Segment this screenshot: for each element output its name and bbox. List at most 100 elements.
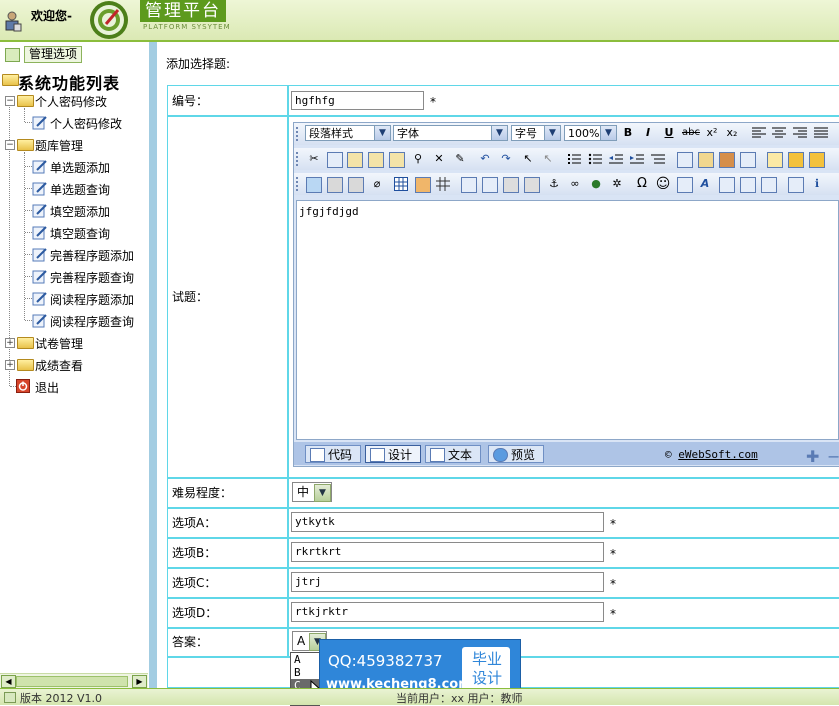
- find-icon[interactable]: ⚲: [410, 151, 426, 167]
- anchor-icon[interactable]: ⚓: [546, 176, 562, 192]
- chevron-down-icon[interactable]: ▼: [314, 484, 331, 502]
- delete-icon[interactable]: ✕: [431, 151, 447, 167]
- highlight-icon[interactable]: [698, 152, 714, 168]
- outdent-icon[interactable]: [609, 153, 623, 165]
- page-break-icon[interactable]: [761, 177, 777, 193]
- layer-front-icon[interactable]: [809, 152, 825, 168]
- tab-design[interactable]: 设计: [365, 445, 421, 463]
- option-c-input[interactable]: jtrj: [291, 572, 604, 592]
- text-color-icon[interactable]: [677, 152, 693, 168]
- redo-icon[interactable]: ↷: [498, 151, 514, 167]
- bold-button[interactable]: B: [620, 125, 636, 141]
- absolute-position-icon[interactable]: ↖: [540, 151, 556, 167]
- chevron-down-icon[interactable]: ▼: [374, 126, 390, 140]
- insert-textarea-icon[interactable]: [482, 177, 498, 193]
- tab-preview[interactable]: 预览: [488, 445, 544, 463]
- chevron-down-icon[interactable]: ▼: [544, 126, 560, 140]
- art-text-icon[interactable]: A: [697, 176, 713, 192]
- format-painter-icon[interactable]: [740, 152, 756, 168]
- dropdown-option[interactable]: A: [291, 653, 319, 666]
- about-icon[interactable]: ℹ: [809, 176, 825, 192]
- date-icon[interactable]: [719, 177, 735, 193]
- sidebar-item-program-read-add[interactable]: 阅读程序题添加: [50, 291, 134, 308]
- manage-options-button[interactable]: 管理选项: [24, 46, 82, 63]
- sidebar-group-question-bank[interactable]: 题库管理: [35, 137, 83, 154]
- sidebar-item-logout[interactable]: 退出: [35, 379, 59, 396]
- scrollbar-thumb[interactable]: [16, 676, 128, 687]
- ordered-list-icon[interactable]: [567, 153, 581, 165]
- time-icon[interactable]: [740, 177, 756, 193]
- chevron-down-icon[interactable]: ▼: [600, 126, 616, 140]
- align-justify-icon[interactable]: [814, 127, 828, 139]
- align-center-icon[interactable]: [772, 127, 786, 139]
- option-d-input[interactable]: rtkjrktr: [291, 602, 604, 622]
- link-icon[interactable]: ∞: [567, 176, 583, 192]
- editor-content-area[interactable]: jfgjfdjgd: [296, 200, 839, 440]
- copy-icon[interactable]: [327, 152, 343, 168]
- tab-text[interactable]: 文本: [425, 445, 481, 463]
- enlarge-editor-icon[interactable]: ✚: [806, 447, 819, 466]
- toolbar-grip[interactable]: [296, 177, 301, 191]
- select-pointer-icon[interactable]: ↖: [520, 151, 536, 167]
- unlink-icon[interactable]: ✲: [609, 176, 625, 192]
- insert-marquee-icon[interactable]: [524, 177, 540, 193]
- unordered-list-icon[interactable]: [588, 153, 602, 165]
- insert-form-icon[interactable]: [415, 177, 431, 193]
- sidebar-item-single-query[interactable]: 单选题查询: [50, 181, 110, 198]
- option-a-input[interactable]: ytkytk: [291, 512, 604, 532]
- align-right-icon[interactable]: [793, 127, 807, 139]
- emoticon-icon[interactable]: ☺: [655, 176, 671, 192]
- grid-icon[interactable]: [436, 177, 450, 191]
- excel-icon[interactable]: [677, 177, 693, 193]
- sidebar-item-program-read-query[interactable]: 阅读程序题查询: [50, 313, 134, 330]
- sidebar-item-program-complete-add[interactable]: 完善程序题添加: [50, 247, 134, 264]
- collapse-icon[interactable]: −: [5, 140, 15, 150]
- tab-code[interactable]: 代码: [305, 445, 361, 463]
- sidebar-group-scores[interactable]: 成绩查看: [35, 357, 83, 374]
- background-color-icon[interactable]: [719, 152, 735, 168]
- sidebar-group-papers[interactable]: 试卷管理: [35, 335, 83, 352]
- cut-icon[interactable]: ✂: [306, 151, 322, 167]
- subscript-button[interactable]: x₂: [724, 125, 740, 141]
- image-icon[interactable]: [306, 177, 322, 193]
- superscript-button[interactable]: x²: [704, 125, 720, 141]
- sidebar-item-fill-query[interactable]: 填空题查询: [50, 225, 110, 242]
- clear-format-icon[interactable]: ✎: [452, 151, 468, 167]
- shrink-editor-icon[interactable]: −: [827, 447, 839, 466]
- sidebar-group-password[interactable]: 个人密码修改: [35, 93, 107, 110]
- hyperlink-globe-icon[interactable]: ●: [588, 176, 604, 192]
- paste-text-icon[interactable]: [368, 152, 384, 168]
- table-icon[interactable]: [394, 177, 408, 191]
- indent-icon[interactable]: [630, 153, 644, 165]
- panel-divider[interactable]: [149, 42, 157, 688]
- special-char-icon[interactable]: Ω: [634, 176, 650, 192]
- chevron-down-icon[interactable]: ▼: [491, 126, 507, 140]
- paragraph-icon[interactable]: [651, 153, 665, 165]
- expand-icon[interactable]: +: [5, 338, 15, 348]
- option-b-input[interactable]: rkrtkrt: [291, 542, 604, 562]
- id-input[interactable]: hgfhfg: [291, 91, 424, 110]
- paste-word-icon[interactable]: [389, 152, 405, 168]
- attachment-icon[interactable]: ⌀: [369, 176, 385, 192]
- expand-icon[interactable]: +: [5, 360, 15, 370]
- border-icon[interactable]: [767, 152, 783, 168]
- insert-rule-icon[interactable]: [503, 177, 519, 193]
- toolbar-grip[interactable]: [296, 127, 301, 141]
- undo-icon[interactable]: ↶: [477, 151, 493, 167]
- scroll-right-icon[interactable]: ▶: [132, 675, 147, 688]
- sidebar-item-program-complete-query[interactable]: 完善程序题查询: [50, 269, 134, 286]
- toolbar-grip[interactable]: [296, 152, 301, 166]
- ewebsoft-link[interactable]: eWebSoft.com: [678, 448, 757, 461]
- italic-button[interactable]: I: [640, 125, 656, 141]
- media-icon[interactable]: [348, 177, 364, 193]
- underline-button[interactable]: U: [661, 125, 677, 141]
- paste-icon[interactable]: [347, 152, 363, 168]
- sidebar-item-single-add[interactable]: 单选题添加: [50, 159, 110, 176]
- scroll-left-icon[interactable]: ◀: [1, 675, 16, 688]
- dropdown-option[interactable]: B: [291, 666, 319, 679]
- collapse-icon[interactable]: −: [5, 96, 15, 106]
- flash-icon[interactable]: [327, 177, 343, 193]
- strikethrough-button[interactable]: abc: [681, 125, 701, 141]
- maximize-icon[interactable]: [788, 177, 804, 193]
- insert-field-icon[interactable]: [461, 177, 477, 193]
